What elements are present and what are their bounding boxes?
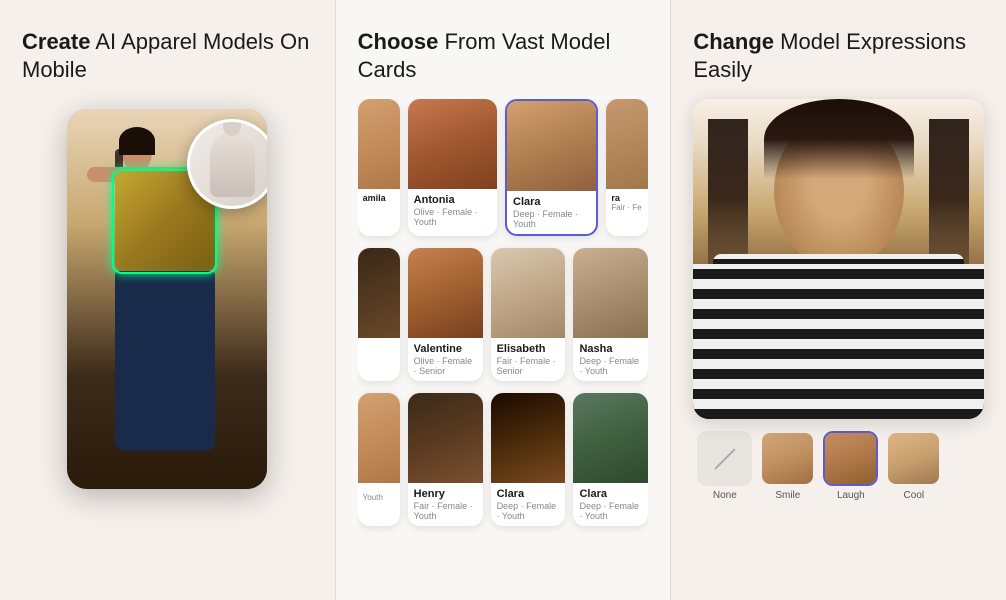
model-card-valentine[interactable]: Valentine Olive · Female · Senior xyxy=(408,248,483,381)
mannequin-circle xyxy=(187,119,267,209)
panel1-title: Create AI Apparel Models On Mobile xyxy=(22,28,313,83)
model-card-partial-left[interactable]: amila xyxy=(358,99,400,236)
model-card-clara-selected[interactable]: Clara Deep · Female · Youth xyxy=(505,99,598,236)
model-card-elisabeth[interactable]: Elisabeth Fair · Female · Senior xyxy=(491,248,566,381)
model-grid: amila Antonia Olive · Female · Youth Cla… xyxy=(358,99,649,580)
expression-selector: None Smile Laugh Cool xyxy=(693,431,984,501)
model-row-2: Valentine Olive · Female · Senior Elisab… xyxy=(358,248,649,381)
model-row-1: amila Antonia Olive · Female · Youth Cla… xyxy=(358,99,649,236)
panel3-title-bold: Change xyxy=(693,29,774,54)
model-row-3: Youth Henry Fair · Female · Youth Clara … xyxy=(358,393,649,526)
phone-area xyxy=(22,99,313,580)
model-card-clara-asian[interactable]: Clara Deep · Female · Youth xyxy=(573,393,648,526)
expression-area: None Smile Laugh Cool xyxy=(693,99,984,580)
panel2-title-bold: Choose xyxy=(358,29,439,54)
model-card-clara-male[interactable]: Clara Deep · Female · Youth xyxy=(491,393,566,526)
panel-create: Create AI Apparel Models On Mobile xyxy=(0,0,336,600)
phone-screen xyxy=(67,109,267,489)
panel2-title: Choose From Vast Model Cards xyxy=(358,28,649,83)
panel-choose: Choose From Vast Model Cards amila Anton… xyxy=(336,0,672,600)
expression-option-none[interactable]: None xyxy=(697,431,752,501)
model-card-antonia[interactable]: Antonia Olive · Female · Youth xyxy=(408,99,497,236)
expression-option-cool[interactable]: Cool xyxy=(886,431,941,501)
panel1-title-bold: Create xyxy=(22,29,90,54)
expression-option-smile[interactable]: Smile xyxy=(760,431,815,501)
model-card-nasha[interactable]: Nasha Deep · Female · Youth xyxy=(573,248,648,381)
model-card-partial-left-3[interactable]: Youth xyxy=(358,393,400,526)
model-card-henry[interactable]: Henry Fair · Female · Youth xyxy=(408,393,483,526)
panel-expressions: Change Model Expressions Easily xyxy=(671,0,1006,600)
main-model-photo xyxy=(693,99,984,419)
model-card-partial-left-2[interactable] xyxy=(358,248,400,381)
panel3-title: Change Model Expressions Easily xyxy=(693,28,984,83)
expression-option-laugh[interactable]: Laugh xyxy=(823,431,878,501)
model-card-partial-right[interactable]: raFair · Fe xyxy=(606,99,648,236)
